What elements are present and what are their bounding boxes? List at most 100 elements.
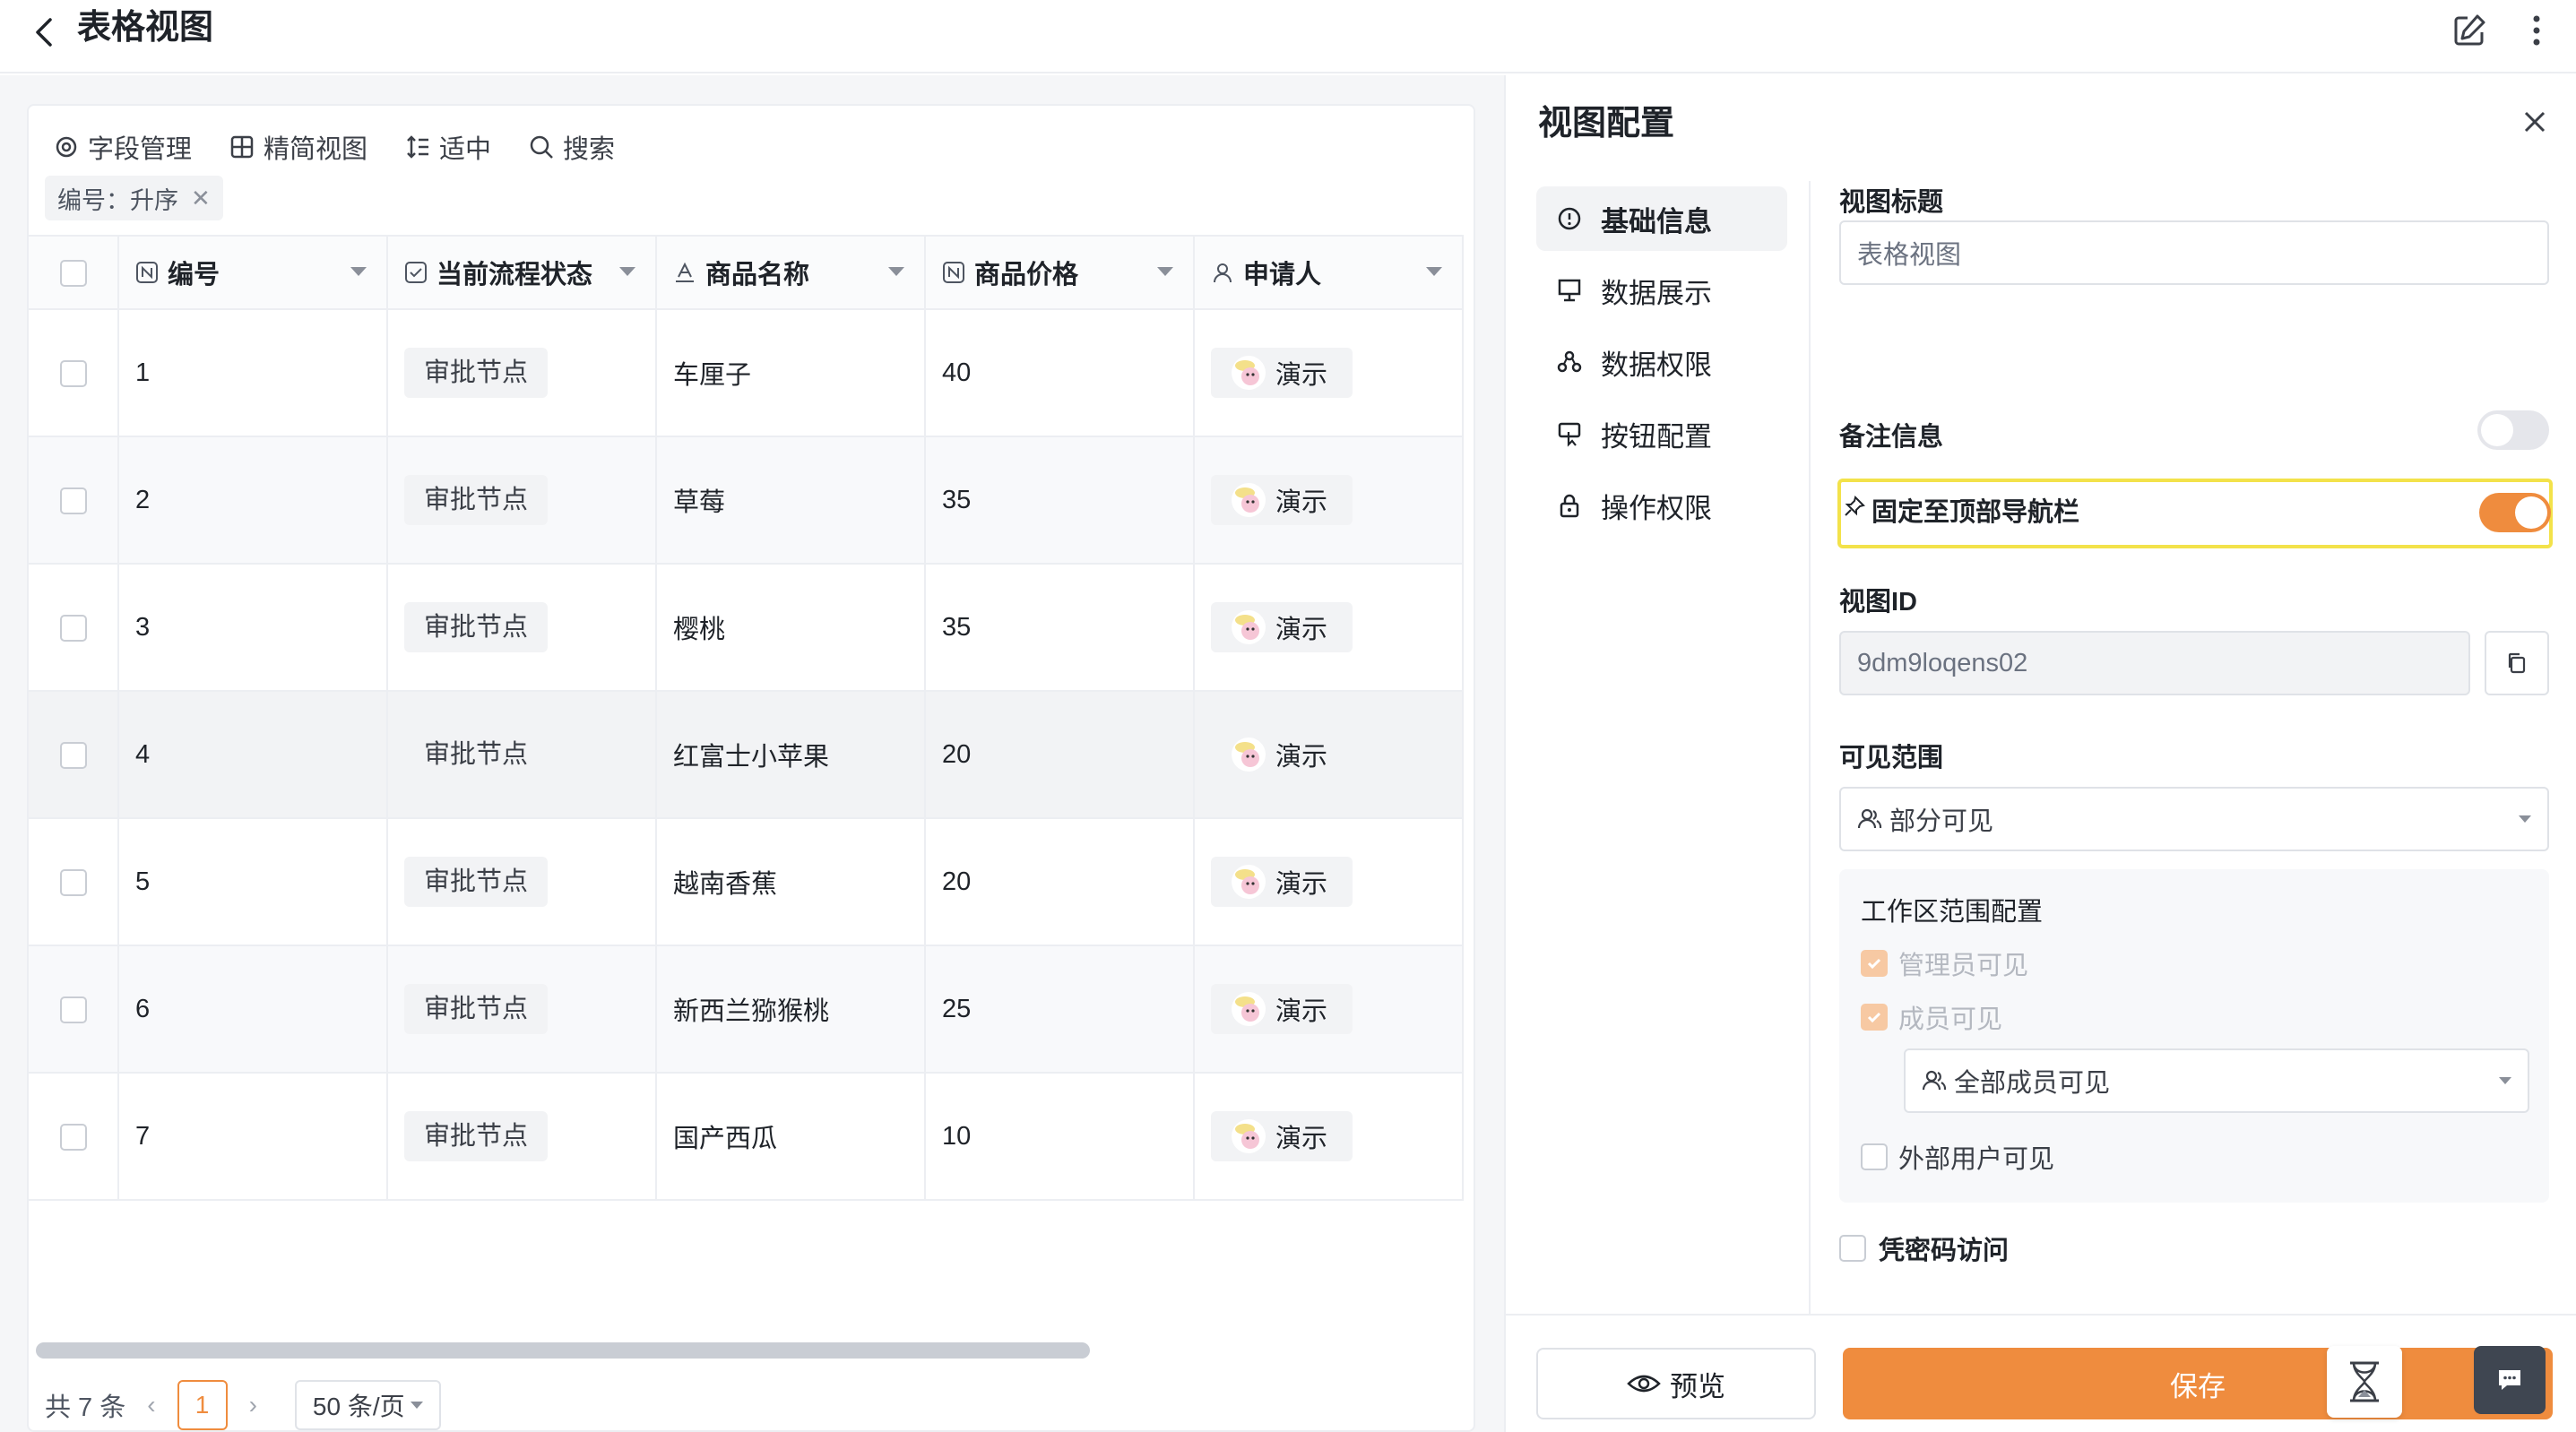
table-row[interactable]: 1 审批节点 车厘子 40 演示 — [29, 309, 1464, 437]
close-icon[interactable] — [2519, 106, 2551, 138]
admin-visible-checkbox[interactable] — [1861, 950, 1888, 977]
cell-status[interactable]: 审批节点 — [387, 945, 657, 1074]
horizontal-scrollbar[interactable] — [36, 1342, 1090, 1359]
remark-toggle[interactable] — [2477, 410, 2549, 450]
chat-button[interactable] — [2474, 1346, 2546, 1414]
more-vertical-icon[interactable] — [2517, 11, 2556, 50]
column-header-id[interactable]: 编号 — [118, 235, 388, 310]
cell-id[interactable]: 7 — [118, 1073, 388, 1201]
chevron-down-icon[interactable] — [619, 267, 635, 276]
cell-name[interactable]: 越南香蕉 — [656, 818, 926, 946]
member-visible-checkbox[interactable] — [1861, 1004, 1888, 1031]
nav-item-basic-info[interactable]: 基础信息 — [1536, 186, 1787, 251]
close-icon[interactable]: ✕ — [191, 185, 211, 212]
compact-view-button[interactable]: 精简视图 — [229, 128, 367, 166]
view-title-input[interactable]: 表格视图 — [1839, 220, 2549, 285]
cell-applicant[interactable]: 演示 — [1194, 691, 1464, 819]
cell-name[interactable]: 樱桃 — [656, 564, 926, 692]
row-checkbox[interactable] — [59, 487, 87, 514]
edit-icon[interactable] — [2450, 11, 2489, 50]
cell-applicant[interactable]: 演示 — [1194, 945, 1464, 1074]
chevron-left-icon[interactable]: ‹ — [147, 1391, 155, 1419]
cell-id[interactable]: 1 — [118, 309, 388, 437]
cell-price[interactable]: 10 — [925, 1073, 1195, 1201]
cell-name[interactable]: 车厘子 — [656, 309, 926, 437]
cell-status[interactable]: 审批节点 — [387, 309, 657, 437]
cell-id[interactable]: 6 — [118, 945, 388, 1074]
cell-price[interactable]: 20 — [925, 818, 1195, 946]
chevron-down-icon[interactable] — [888, 267, 904, 276]
user-name: 演示 — [1275, 743, 1328, 772]
cell-price[interactable]: 35 — [925, 564, 1195, 692]
field-management-button[interactable]: 字段管理 — [54, 128, 192, 166]
cell-applicant[interactable]: 演示 — [1194, 309, 1464, 437]
cell-status[interactable]: 审批节点 — [387, 436, 657, 565]
select-all-checkbox[interactable] — [59, 259, 87, 287]
cell-applicant[interactable]: 演示 — [1194, 564, 1464, 692]
user-chip: 演示 — [1211, 984, 1353, 1034]
row-checkbox[interactable] — [59, 741, 87, 769]
cell-status[interactable]: 审批节点 — [387, 818, 657, 946]
cell-price[interactable]: 20 — [925, 691, 1195, 819]
row-density-button[interactable]: 适中 — [405, 128, 491, 166]
table-row[interactable]: 5 审批节点 越南香蕉 20 演示 — [29, 818, 1464, 946]
cell-id[interactable]: 4 — [118, 691, 388, 819]
chevron-right-icon[interactable]: › — [249, 1391, 257, 1419]
nav-item-data-display[interactable]: 数据展示 — [1536, 258, 1787, 323]
table-row[interactable]: 6 审批节点 新西兰猕猴桃 25 演示 — [29, 945, 1464, 1074]
page-size-select[interactable]: 50 条/页 — [294, 1380, 441, 1430]
column-header-applicant[interactable]: 申请人 — [1194, 235, 1464, 310]
row-checkbox[interactable] — [59, 614, 87, 642]
chevron-down-icon[interactable] — [1426, 267, 1442, 276]
password-access-checkbox[interactable] — [1839, 1235, 1866, 1262]
cell-applicant[interactable]: 演示 — [1194, 436, 1464, 565]
external-visible-option[interactable]: 外部用户可见 — [1861, 1138, 2054, 1176]
nav-item-data-permission[interactable]: 数据权限 — [1536, 330, 1787, 394]
admin-visible-option[interactable]: 管理员可见 — [1861, 945, 2028, 982]
member-visible-option[interactable]: 成员可见 — [1861, 998, 2002, 1036]
chevron-down-icon[interactable] — [350, 267, 367, 276]
save-button[interactable]: 保存 — [1843, 1348, 2553, 1419]
cell-name[interactable]: 新西兰猕猴桃 — [656, 945, 926, 1074]
cell-status[interactable]: 审批节点 — [387, 691, 657, 819]
table-row[interactable]: 3 审批节点 樱桃 35 演示 — [29, 564, 1464, 692]
preview-button[interactable]: 预览 — [1536, 1348, 1816, 1419]
search-button[interactable]: 搜索 — [529, 128, 615, 166]
cell-applicant[interactable]: 演示 — [1194, 1073, 1464, 1201]
column-header-price[interactable]: 商品价格 — [925, 235, 1195, 310]
cell-price[interactable]: 35 — [925, 436, 1195, 565]
pin-to-nav-toggle[interactable] — [2479, 493, 2551, 532]
cell-id[interactable]: 3 — [118, 564, 388, 692]
table-row[interactable]: 7 审批节点 国产西瓜 10 演示 — [29, 1073, 1464, 1201]
row-checkbox[interactable] — [59, 996, 87, 1023]
cell-price[interactable]: 25 — [925, 945, 1195, 1074]
nav-item-operation-permission[interactable]: 操作权限 — [1536, 473, 1787, 538]
visibility-select[interactable]: 部分可见 — [1839, 787, 2549, 851]
table-row[interactable]: 4 审批节点 红富士小苹果 20 演示 — [29, 691, 1464, 819]
cell-status[interactable]: 审批节点 — [387, 1073, 657, 1201]
table-row[interactable]: 2 审批节点 草莓 35 演示 — [29, 436, 1464, 565]
copy-button[interactable] — [2485, 631, 2549, 695]
cell-name[interactable]: 国产西瓜 — [656, 1073, 926, 1201]
cell-name[interactable]: 草莓 — [656, 436, 926, 565]
chevron-down-icon[interactable] — [1157, 267, 1173, 276]
cell-status[interactable]: 审批节点 — [387, 564, 657, 692]
member-scope-select[interactable]: 全部成员可见 — [1904, 1048, 2529, 1113]
password-access-option[interactable]: 凭密码访问 — [1839, 1229, 2009, 1267]
cell-applicant[interactable]: 演示 — [1194, 818, 1464, 946]
cell-price[interactable]: 40 — [925, 309, 1195, 437]
nav-item-button-config[interactable]: 按钮配置 — [1536, 401, 1787, 466]
row-checkbox[interactable] — [59, 359, 87, 387]
cell-id[interactable]: 5 — [118, 818, 388, 946]
back-arrow-icon[interactable] — [27, 13, 66, 52]
hourglass-button[interactable] — [2327, 1346, 2402, 1418]
row-checkbox[interactable] — [59, 1123, 87, 1151]
column-header-name[interactable]: 商品名称 — [656, 235, 926, 310]
cell-id[interactable]: 2 — [118, 436, 388, 565]
column-header-status[interactable]: 当前流程状态 — [387, 235, 657, 310]
external-visible-checkbox[interactable] — [1861, 1143, 1888, 1170]
page-number-current[interactable]: 1 — [177, 1380, 228, 1430]
row-checkbox[interactable] — [59, 868, 87, 896]
cell-name[interactable]: 红富士小苹果 — [656, 691, 926, 819]
sort-chip[interactable]: 编号：升序 ✕ — [45, 176, 223, 220]
